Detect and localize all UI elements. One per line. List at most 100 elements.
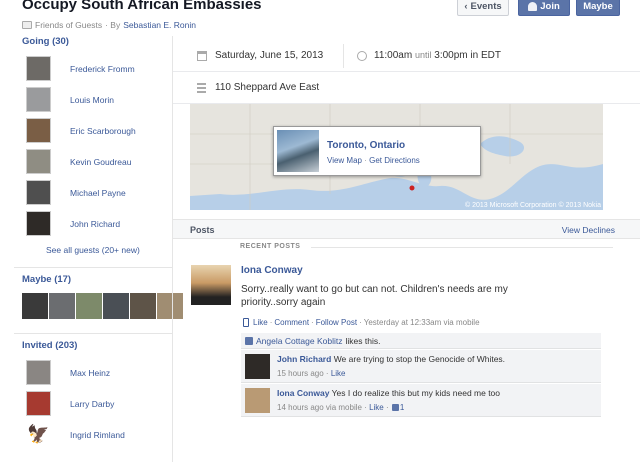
avatar[interactable]: [22, 293, 48, 319]
guest-name[interactable]: Ingrid Rimland: [70, 430, 125, 440]
maybe-title[interactable]: Maybe (17): [14, 274, 172, 285]
guest-item[interactable]: Eric Scarborough: [14, 115, 172, 146]
divider: [343, 44, 344, 68]
post-timestamp[interactable]: Yesterday at 12:33am via mobile: [364, 318, 480, 327]
guest-item[interactable]: Max Heinz: [14, 357, 172, 388]
clock-icon: [357, 50, 367, 61]
by-prefix: · By: [105, 20, 121, 30]
avatar[interactable]: 🦅: [26, 422, 51, 447]
map-links: View Map · Get Directions: [327, 156, 420, 165]
see-all-guests-link[interactable]: See all guests (20+ new): [14, 239, 172, 261]
like-thumb-icon: [245, 336, 253, 345]
comment-item: John Richard We are trying to stop the G…: [241, 350, 601, 383]
invited-title[interactable]: Invited (203): [14, 340, 172, 351]
map-location-card: Toronto, Ontario View Map · Get Directio…: [273, 126, 481, 176]
avatar[interactable]: [245, 354, 270, 379]
view-map-link[interactable]: View Map: [327, 156, 362, 165]
separator-dot: ·: [364, 156, 367, 165]
avatar[interactable]: [49, 293, 75, 319]
separator-dot: ·: [311, 318, 314, 327]
guest-name[interactable]: Eric Scarborough: [70, 126, 136, 136]
recent-posts-label: RECENT POSTS: [240, 243, 301, 250]
comment-item: Iona Conway Yes I do realize this but my…: [241, 384, 601, 417]
guest-item[interactable]: Larry Darby: [14, 388, 172, 419]
guest-item[interactable]: 🦅 Ingrid Rimland: [14, 419, 172, 450]
posts-title: Posts: [190, 225, 215, 235]
guest-name[interactable]: John Richard: [70, 219, 120, 229]
get-directions-link[interactable]: Get Directions: [369, 156, 420, 165]
avatar[interactable]: [26, 149, 51, 174]
guest-item[interactable]: Frederick Fromm: [14, 53, 172, 84]
event-main: Saturday, June 15, 2013 11:00am until 3:…: [172, 36, 640, 462]
event-subline: Friends of Guests · By Sebastian E. Roni…: [22, 20, 196, 30]
avatar[interactable]: [76, 293, 102, 319]
avatar[interactable]: [26, 180, 51, 205]
guest-name[interactable]: Michael Payne: [70, 188, 126, 198]
mobile-icon: [243, 318, 249, 327]
avatar[interactable]: [245, 388, 270, 413]
post-actions: Like · Comment · Follow Post · Yesterday…: [243, 318, 480, 327]
comment-body: Iona Conway Yes I do realize this but my…: [277, 388, 500, 398]
comment-link[interactable]: Comment: [274, 318, 309, 327]
guest-name[interactable]: Louis Morin: [70, 95, 114, 105]
event-map[interactable]: © 2013 Microsoft Corporation © 2013 Noki…: [190, 104, 603, 210]
liker-name[interactable]: Angela Cottage Koblitz: [256, 336, 342, 346]
avatar[interactable]: [26, 56, 51, 81]
time-start: 11:00am: [374, 50, 413, 61]
date-time-row: Saturday, June 15, 2013 11:00am until 3:…: [173, 40, 640, 72]
comment-body: John Richard We are trying to stop the G…: [277, 354, 505, 364]
avatar[interactable]: [130, 293, 156, 319]
comment-author[interactable]: Iona Conway: [277, 388, 329, 398]
events-button[interactable]: ‹ Events: [457, 0, 509, 16]
avatar[interactable]: [191, 265, 231, 305]
event-date: Saturday, June 15, 2013: [215, 50, 324, 61]
group-link[interactable]: Friends of Guests: [35, 20, 102, 30]
comment-meta: 15 hours ago · Like: [277, 369, 346, 378]
comment-like-link[interactable]: Like: [331, 369, 346, 378]
avatar[interactable]: [26, 360, 51, 385]
post-author[interactable]: Iona Conway: [241, 265, 303, 276]
comment-like-count[interactable]: 1: [400, 403, 404, 412]
divider: [311, 247, 613, 248]
guest-name[interactable]: Larry Darby: [70, 399, 114, 409]
post-text: Sorry..really want to go but can not. Ch…: [241, 284, 508, 308]
likes-suffix: likes this.: [345, 335, 381, 346]
divider: [14, 267, 172, 268]
going-title[interactable]: Going (30): [14, 36, 172, 47]
guest-item[interactable]: Kevin Goudreau: [14, 146, 172, 177]
like-thumb-icon: [391, 404, 399, 411]
guest-item[interactable]: John Richard: [14, 208, 172, 239]
avatar[interactable]: [26, 391, 51, 416]
follow-post-link[interactable]: Follow Post: [316, 318, 357, 327]
host-link[interactable]: Sebastian E. Ronin: [123, 20, 196, 30]
likes-summary: Angela Cottage Koblitz likes this.: [241, 333, 601, 349]
comment-time[interactable]: 14 hours ago via mobile: [277, 403, 362, 412]
comment-meta: 14 hours ago via mobile · Like · 1: [277, 403, 405, 412]
avatar[interactable]: [103, 293, 129, 319]
comment-text: Yes I do realize this but my kids need m…: [331, 388, 501, 398]
address-row: 110 Sheppard Ave East: [173, 72, 640, 104]
guest-item[interactable]: Michael Payne: [14, 177, 172, 208]
maybe-button[interactable]: Maybe: [576, 0, 620, 16]
guest-name[interactable]: Frederick Fromm: [70, 64, 135, 74]
avatar[interactable]: [26, 118, 51, 143]
comment-like-link[interactable]: Like: [369, 403, 384, 412]
like-link[interactable]: Like: [253, 318, 268, 327]
event-time: 11:00am until 3:00pm in EDT: [374, 50, 501, 61]
avatar[interactable]: [26, 211, 51, 236]
guest-name[interactable]: Kevin Goudreau: [70, 157, 131, 167]
guest-item[interactable]: Louis Morin: [14, 84, 172, 115]
time-end: 3:00pm in EDT: [434, 50, 501, 61]
view-declines-link[interactable]: View Declines: [562, 225, 615, 235]
guest-name[interactable]: Max Heinz: [70, 368, 110, 378]
separator-dot: ·: [359, 318, 362, 327]
comment-time[interactable]: 15 hours ago: [277, 369, 324, 378]
event-address: 110 Sheppard Ave East: [215, 82, 320, 93]
comment-author[interactable]: John Richard: [277, 354, 331, 364]
avatar[interactable]: [26, 87, 51, 112]
address-icon: [197, 82, 206, 93]
join-button[interactable]: Join: [518, 0, 570, 16]
location-name[interactable]: Toronto, Ontario: [327, 140, 405, 151]
location-thumbnail[interactable]: [277, 130, 319, 172]
person-add-icon: [528, 1, 538, 11]
